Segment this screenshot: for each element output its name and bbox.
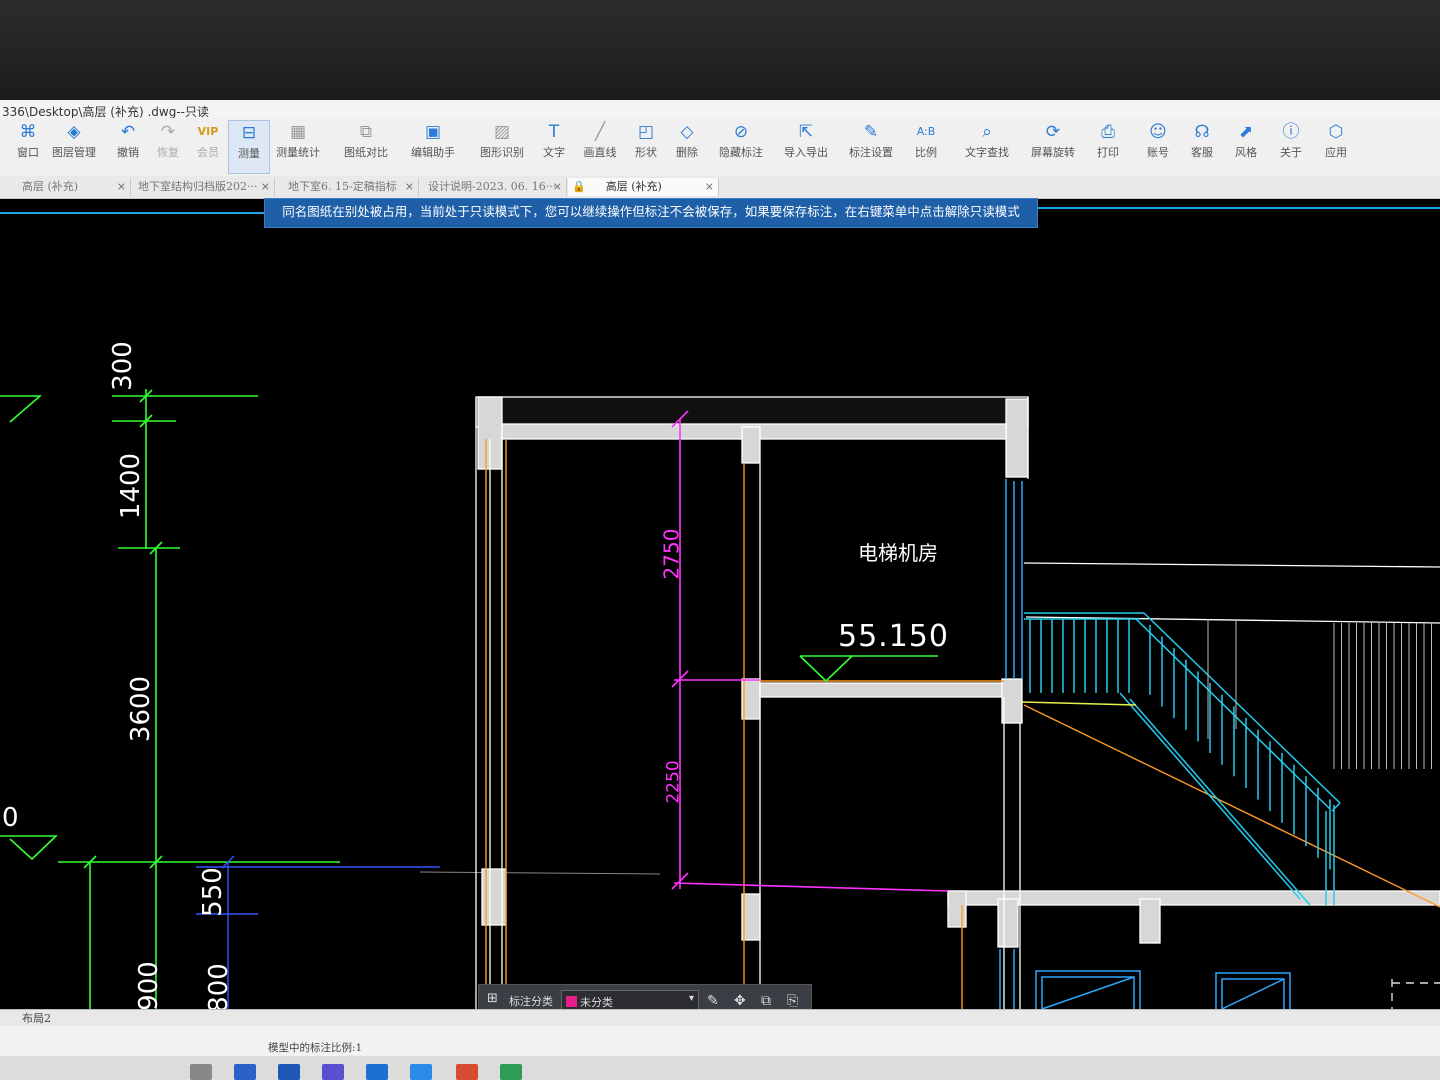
dimension-label: 800 [203, 963, 234, 1009]
dimension-label-magenta: 2250 [663, 760, 684, 804]
dimension-label: 900 [133, 961, 164, 1009]
os-taskbar [0, 1056, 1440, 1080]
chevron-down-icon: ▾ [688, 993, 694, 1004]
tab-document[interactable]: 高层 (补充) × [0, 178, 131, 196]
toolbar-print-button[interactable]: ⎙ 打印 [1080, 120, 1136, 172]
toolbar-layers-button[interactable]: ◈ 图层管理 [46, 120, 102, 172]
elevation-value: 55.150 [838, 619, 949, 654]
edit-assistant-icon: ▣ [424, 122, 442, 142]
move-icon[interactable]: ✥ [734, 993, 746, 1009]
taskbar-app-icon[interactable] [366, 1064, 388, 1080]
dimension-label: 1400 [116, 452, 147, 520]
lock-icon: 🔒 [572, 180, 586, 193]
toolbar-annotation-settings-button[interactable]: ✎ 标注设置 [843, 120, 899, 172]
dimension-label: 300 [107, 341, 138, 391]
screen-rotate-icon: ⟳ [1045, 122, 1061, 142]
dimension-label-magenta: 2750 [659, 528, 684, 580]
paste-icon[interactable]: ⎘ [787, 993, 798, 1009]
toolbar-import-export-button[interactable]: ⇱ 导入导出 [778, 120, 834, 172]
drawing-canvas[interactable]: 电梯机房 55.150 300 1400 3600 550 900 800 0 … [0, 199, 1440, 1009]
tab-document-active[interactable]: 🔒 高层 (补充) × [568, 178, 719, 196]
document-tabs: 高层 (补充) × 地下室结构归档版202··· × 地下室6. 15-定稿指标 × … [0, 176, 1440, 199]
edit-icon[interactable]: ✎ [707, 993, 719, 1009]
print-icon: ⎙ [1101, 122, 1115, 142]
shape-recognition-icon: ▨ [493, 122, 511, 142]
taskbar-app-icon[interactable] [500, 1064, 522, 1080]
text-search-icon: ⌕ [982, 122, 992, 142]
toolbar-measure-button[interactable]: ⊟ 测量 [228, 120, 270, 174]
close-icon[interactable]: × [553, 178, 562, 196]
taskbar-app-icon[interactable] [322, 1064, 344, 1080]
left-dimension-chain [0, 389, 340, 1009]
close-icon[interactable]: × [117, 178, 126, 196]
apps-icon: ⬡ [1328, 122, 1344, 142]
scale-icon: A:B [916, 125, 936, 138]
toolbar-scale-button[interactable]: A:B 比例 [898, 120, 954, 172]
annotation-category-label: 标注分类 [509, 995, 553, 1008]
toolbar-edit-assistant-button[interactable]: ▣ 编辑助手 [405, 120, 461, 172]
dimension-label: 3600 [126, 675, 157, 743]
compare-icon: ⧉ [359, 122, 373, 142]
taskbar-app-icon[interactable] [190, 1064, 212, 1080]
dimension-label: 0 [2, 803, 19, 833]
tab-layout2[interactable]: 布局2 [22, 1010, 51, 1026]
close-icon[interactable]: × [261, 178, 270, 196]
status-text: 模型中的标注比例:1 [268, 1042, 363, 1054]
measure-icon: ⊟ [241, 123, 257, 143]
tab-document[interactable]: 地下室6. 15-定稿指标 × [276, 178, 419, 196]
dimension-label: 550 [197, 867, 228, 917]
room-label: 电梯机房 [858, 541, 938, 565]
copy-icon[interactable]: ⧉ [761, 993, 771, 1009]
elevation-marker [799, 655, 938, 683]
toolbar-measure-stats-button[interactable]: ▦ 测量统计 [270, 120, 326, 172]
toolbar-hide-annotation-button[interactable]: ⊘ 隐藏标注 [712, 120, 770, 172]
taskbar-app-icon[interactable] [410, 1064, 432, 1080]
category-color-swatch [566, 996, 577, 1007]
readonly-notice: 同名图纸在别处被占用，当前处于只读模式下，您可以继续操作但标注不会被保存，如果要… [264, 198, 1038, 228]
close-icon[interactable]: × [705, 178, 714, 196]
taskbar-app-icon[interactable] [278, 1064, 300, 1080]
monitor-bezel [0, 0, 1440, 100]
grid-icon: ⊞ [487, 991, 498, 1006]
status-bar: 模型中的标注比例:1 [0, 1026, 1440, 1056]
toolbar-shape-recognition-button[interactable]: ▨ 图形识别 [474, 120, 530, 172]
taskbar-app-icon[interactable] [234, 1064, 256, 1080]
toolbar-screen-rotate-button[interactable]: ⟳ 屏幕旋转 [1025, 120, 1081, 172]
layers-icon: ◈ [67, 122, 81, 142]
right-hatching [1207, 619, 1432, 769]
toolbar-delete-button[interactable]: ◇ 删除 [659, 120, 715, 172]
hide-annotation-icon: ⊘ [733, 122, 749, 142]
eraser-icon: ◇ [680, 122, 694, 142]
tab-document[interactable]: 设计说明-2023. 06. 16··· × [420, 178, 567, 196]
tab-document[interactable]: 地下室结构归档版202··· × [132, 178, 275, 196]
toolbar-text-search-button[interactable]: ⌕ 文字查找 [958, 120, 1016, 172]
import-export-icon: ⇱ [798, 122, 814, 142]
close-icon[interactable]: × [405, 178, 414, 196]
main-toolbar: ⌘ 窗口 ◈ 图层管理 ↶ 撤销 ↷ 恢复 VIP 会员 ⊟ 测量 ▦ 测量统计 ⧉ 图纸对比 … [0, 118, 1440, 176]
layout-tabs: 布局2 [0, 1009, 1440, 1026]
dashed-outline [1391, 979, 1440, 1009]
toolbar-apps-button[interactable]: ⬡ 应用 [1308, 120, 1364, 172]
building-frame [475, 396, 1440, 1009]
toolbar-compare-button[interactable]: ⧉ 图纸对比 [338, 120, 394, 172]
stair-railing [1024, 612, 1341, 906]
taskbar-app-icon[interactable] [456, 1064, 478, 1080]
measure-stats-icon: ▦ [289, 122, 307, 142]
annotation-settings-icon: ✎ [863, 122, 879, 142]
